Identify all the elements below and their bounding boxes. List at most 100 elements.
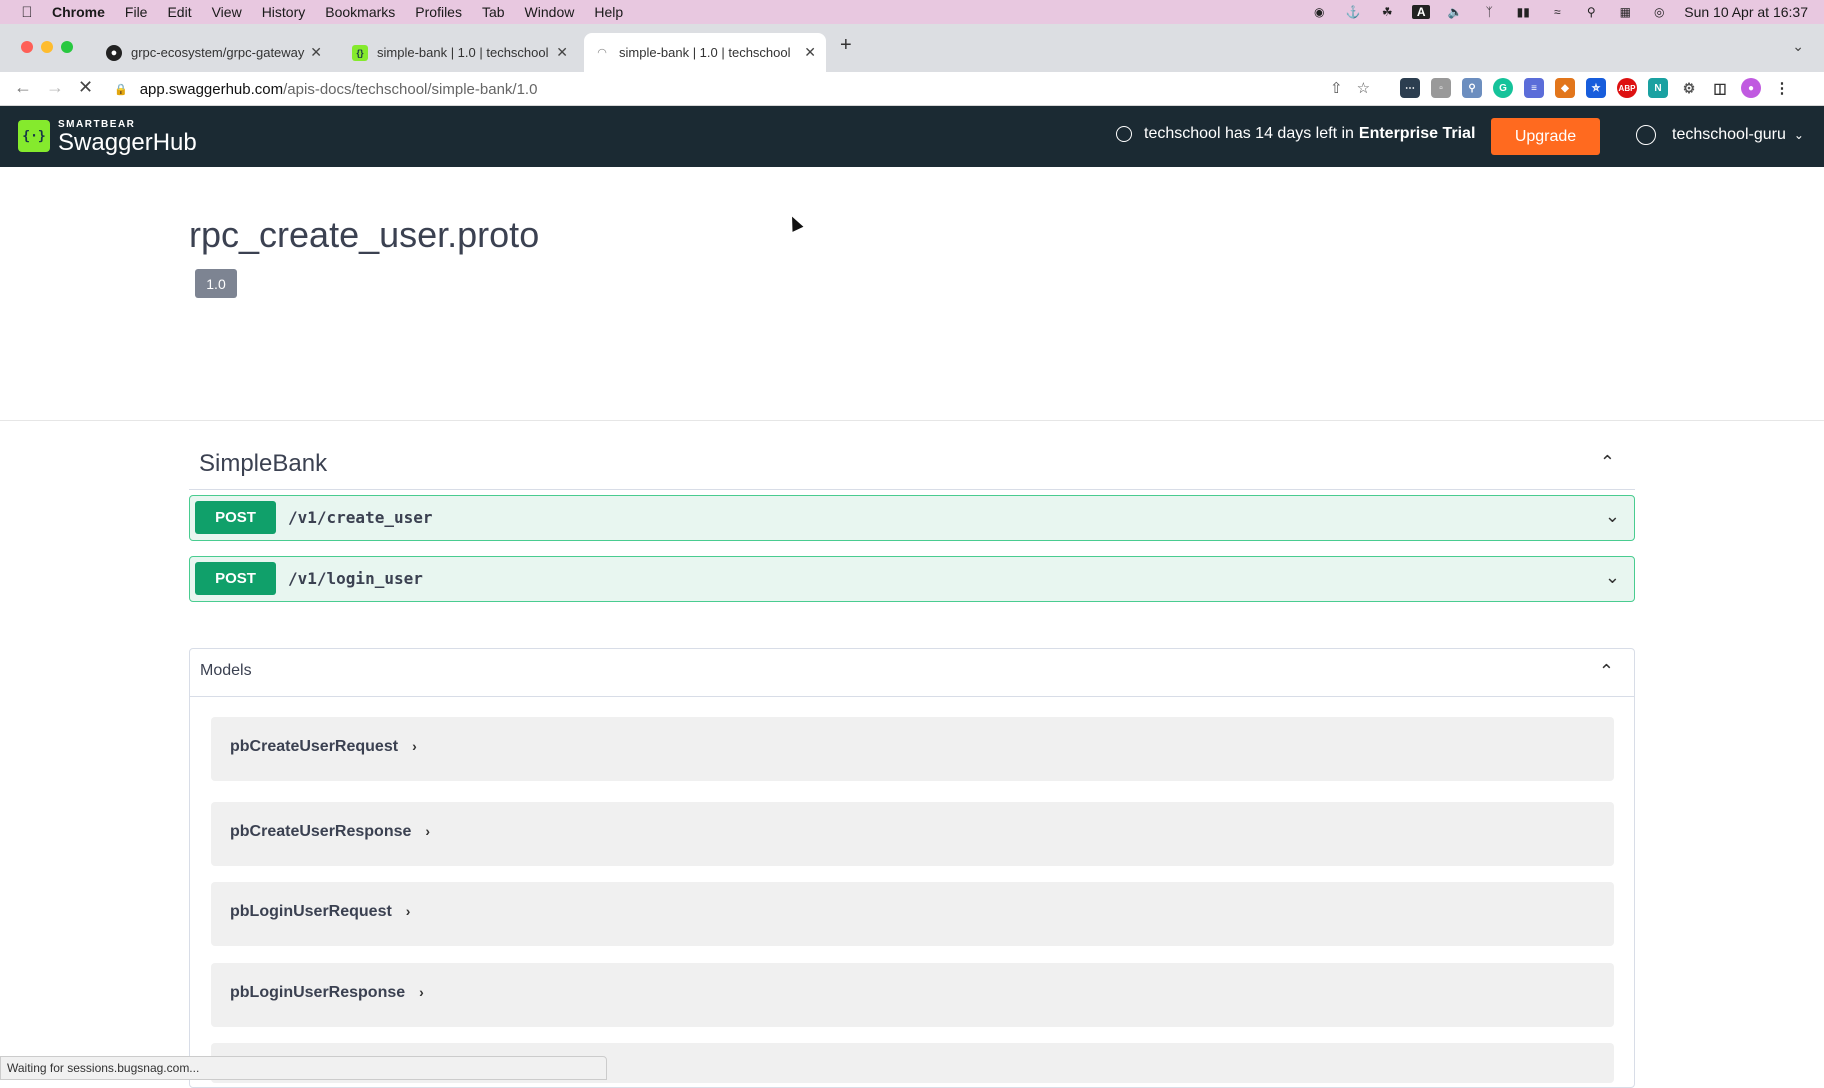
- loading-icon: ◠: [597, 47, 607, 59]
- user-menu[interactable]: techschool-guru ⌄: [1636, 125, 1804, 145]
- operation-login-user[interactable]: POST /v1/login_user ⌄: [189, 556, 1635, 602]
- chrome-menu-icon[interactable]: ⋮: [1772, 78, 1792, 98]
- operation-path: /v1/create_user: [288, 508, 433, 527]
- extension-dots-icon[interactable]: ⋯: [1400, 78, 1420, 98]
- chevron-down-icon[interactable]: ⌄: [1605, 567, 1620, 588]
- siri-icon[interactable]: ◎: [1650, 5, 1668, 19]
- forward-arrow-icon[interactable]: →: [46, 77, 64, 98]
- control-center-icon[interactable]: ▦: [1616, 5, 1634, 19]
- chevron-down-icon[interactable]: ⌄: [1605, 506, 1620, 527]
- apple-menu-icon[interactable]: : [18, 4, 36, 21]
- models-title: Models: [200, 662, 252, 679]
- wifi-icon[interactable]: ≈: [1548, 5, 1566, 19]
- extension-card-icon[interactable]: ▫: [1431, 78, 1451, 98]
- logo-swaggerhub-text[interactable]: SwaggerHub: [58, 129, 197, 157]
- chevron-right-icon[interactable]: ›: [419, 984, 424, 1000]
- swaggerhub-logo-icon[interactable]: {·}: [18, 120, 50, 152]
- battery-icon[interactable]: ▮▮: [1514, 5, 1532, 19]
- model-pbCreateUserResponse[interactable]: pbCreateUserResponse ›: [211, 802, 1614, 866]
- keyboard-input-icon[interactable]: A: [1412, 5, 1431, 19]
- upgrade-button[interactable]: Upgrade: [1491, 118, 1600, 155]
- chevron-up-icon[interactable]: ⌃: [1600, 452, 1615, 473]
- menu-view[interactable]: View: [212, 4, 242, 20]
- minimize-window-button[interactable]: [41, 41, 53, 53]
- menu-edit[interactable]: Edit: [167, 4, 191, 20]
- tag-simplebank-header[interactable]: SimpleBank ⌃: [189, 440, 1635, 490]
- models-header[interactable]: Models ⌃: [190, 649, 1634, 697]
- share-icon[interactable]: ⇧: [1330, 79, 1343, 97]
- chevron-down-icon: ⌄: [1793, 128, 1804, 142]
- menu-history[interactable]: History: [262, 4, 306, 20]
- menu-tab[interactable]: Tab: [482, 4, 505, 20]
- chevron-right-icon[interactable]: ›: [425, 823, 430, 839]
- url-path: /apis-docs/techschool/simple-bank/1.0: [283, 80, 538, 98]
- chevron-right-icon[interactable]: ›: [406, 903, 411, 919]
- address-bar[interactable]: 🔒 app.swaggerhub.com /apis-docs/techscho…: [114, 76, 1384, 102]
- github-icon: ●: [106, 44, 122, 61]
- adblock-plus-icon[interactable]: ABP: [1617, 78, 1637, 98]
- model-name: pbLoginUserRequest: [230, 903, 392, 920]
- extension-n-icon[interactable]: N: [1648, 78, 1668, 98]
- model-name-wrap: pbCreateUserResponse ›: [230, 823, 430, 841]
- close-tab-icon[interactable]: ✕: [310, 44, 322, 61]
- profile-avatar-icon[interactable]: ●: [1741, 78, 1761, 98]
- new-tab-icon[interactable]: +: [840, 34, 852, 57]
- browser-tab-2[interactable]: {} simple-bank | 1.0 | techschool ✕: [342, 33, 578, 72]
- browser-tabbar: ● grpc-ecosystem/grpc-gateway ✕ {} simpl…: [0, 24, 1824, 72]
- swaggerhub-header: {·} SMARTBEAR SwaggerHub techschool has …: [0, 106, 1824, 167]
- extensions-puzzle-icon[interactable]: ⚙: [1679, 78, 1699, 98]
- browser-tab-3-active[interactable]: ◠ simple-bank | 1.0 | techschool ✕: [584, 33, 826, 72]
- menu-bookmarks[interactable]: Bookmarks: [325, 4, 395, 20]
- tab-title: grpc-ecosystem/grpc-gateway: [131, 45, 305, 60]
- extension-layers-icon[interactable]: ≡: [1524, 78, 1544, 98]
- bitwarden-icon[interactable]: ⛥: [1586, 78, 1606, 98]
- model-name-wrap: pbLoginUserRequest ›: [230, 903, 410, 921]
- side-panel-icon[interactable]: ◫: [1710, 78, 1730, 98]
- close-tab-icon[interactable]: ✕: [556, 44, 568, 61]
- model-pbLoginUserRequest[interactable]: pbLoginUserRequest ›: [211, 882, 1614, 946]
- tab-search-chevron-icon[interactable]: ⌄: [1792, 38, 1804, 55]
- model-name-wrap: pbCreateUserRequest ›: [230, 738, 417, 756]
- swaggerhub-icon: {}: [352, 44, 368, 61]
- macos-menubar:  Chrome File Edit View History Bookmark…: [0, 0, 1824, 24]
- close-window-button[interactable]: [21, 41, 33, 53]
- docker-icon[interactable]: ⚓: [1344, 5, 1362, 19]
- lock-icon[interactable]: 🔒: [114, 83, 128, 96]
- model-name: pbCreateUserResponse: [230, 823, 412, 840]
- metamask-icon[interactable]: ◆: [1555, 78, 1575, 98]
- menu-file[interactable]: File: [125, 4, 148, 20]
- back-arrow-icon[interactable]: ←: [14, 77, 32, 98]
- menubar-clock[interactable]: Sun 10 Apr at 16:37: [1684, 4, 1808, 20]
- browser-toolbar: ← → ✕ 🔒 app.swaggerhub.com /apis-docs/te…: [0, 72, 1824, 106]
- menu-window[interactable]: Window: [525, 4, 575, 20]
- extensions-area: ⋯ ▫ ⚲ G ≡ ◆ ⛥ ABP N ⚙ ◫ ● ⋮: [1400, 78, 1792, 98]
- browser-tab-1[interactable]: ● grpc-ecosystem/grpc-gateway ✕: [96, 33, 332, 72]
- trial-plan: Enterprise Trial: [1358, 125, 1476, 142]
- bookmark-star-icon[interactable]: ☆: [1357, 79, 1370, 97]
- model-name: pbCreateUserRequest: [230, 738, 399, 755]
- browser-status-bar: Waiting for sessions.bugsnag.com...: [0, 1056, 607, 1080]
- model-pbCreateUserRequest[interactable]: pbCreateUserRequest ›: [211, 717, 1614, 781]
- menu-app-chrome[interactable]: Chrome: [52, 4, 105, 20]
- mouse-cursor-icon: [786, 214, 804, 232]
- api-title: rpc_create_user.proto: [189, 214, 540, 255]
- chevron-right-icon[interactable]: ›: [412, 738, 417, 754]
- model-pbLoginUserResponse[interactable]: pbLoginUserResponse ›: [211, 963, 1614, 1027]
- chevron-up-icon[interactable]: ⌃: [1599, 661, 1614, 682]
- bluetooth-icon[interactable]: ᛉ: [1480, 5, 1498, 19]
- record-icon[interactable]: ◉: [1310, 5, 1328, 19]
- menu-profiles[interactable]: Profiles: [415, 4, 462, 20]
- stop-loading-icon[interactable]: ✕: [78, 77, 93, 98]
- evernote-icon[interactable]: ☘: [1378, 5, 1396, 19]
- zoom-window-button[interactable]: [61, 41, 73, 53]
- models-section: Models ⌃ pbCreateUserRequest › pbCreateUs…: [189, 648, 1635, 1088]
- operation-create-user[interactable]: POST /v1/create_user ⌄: [189, 495, 1635, 541]
- model-name-wrap: pbLoginUserResponse ›: [230, 984, 424, 1002]
- menu-help[interactable]: Help: [594, 4, 623, 20]
- trial-notice: techschool has 14 days left in Enterpris…: [1116, 125, 1475, 143]
- spotlight-search-icon[interactable]: ⚲: [1582, 5, 1600, 19]
- extension-search-icon[interactable]: ⚲: [1462, 78, 1482, 98]
- close-tab-icon[interactable]: ✕: [804, 44, 816, 61]
- volume-icon[interactable]: 🔈: [1446, 5, 1464, 19]
- grammarly-icon[interactable]: G: [1493, 78, 1513, 98]
